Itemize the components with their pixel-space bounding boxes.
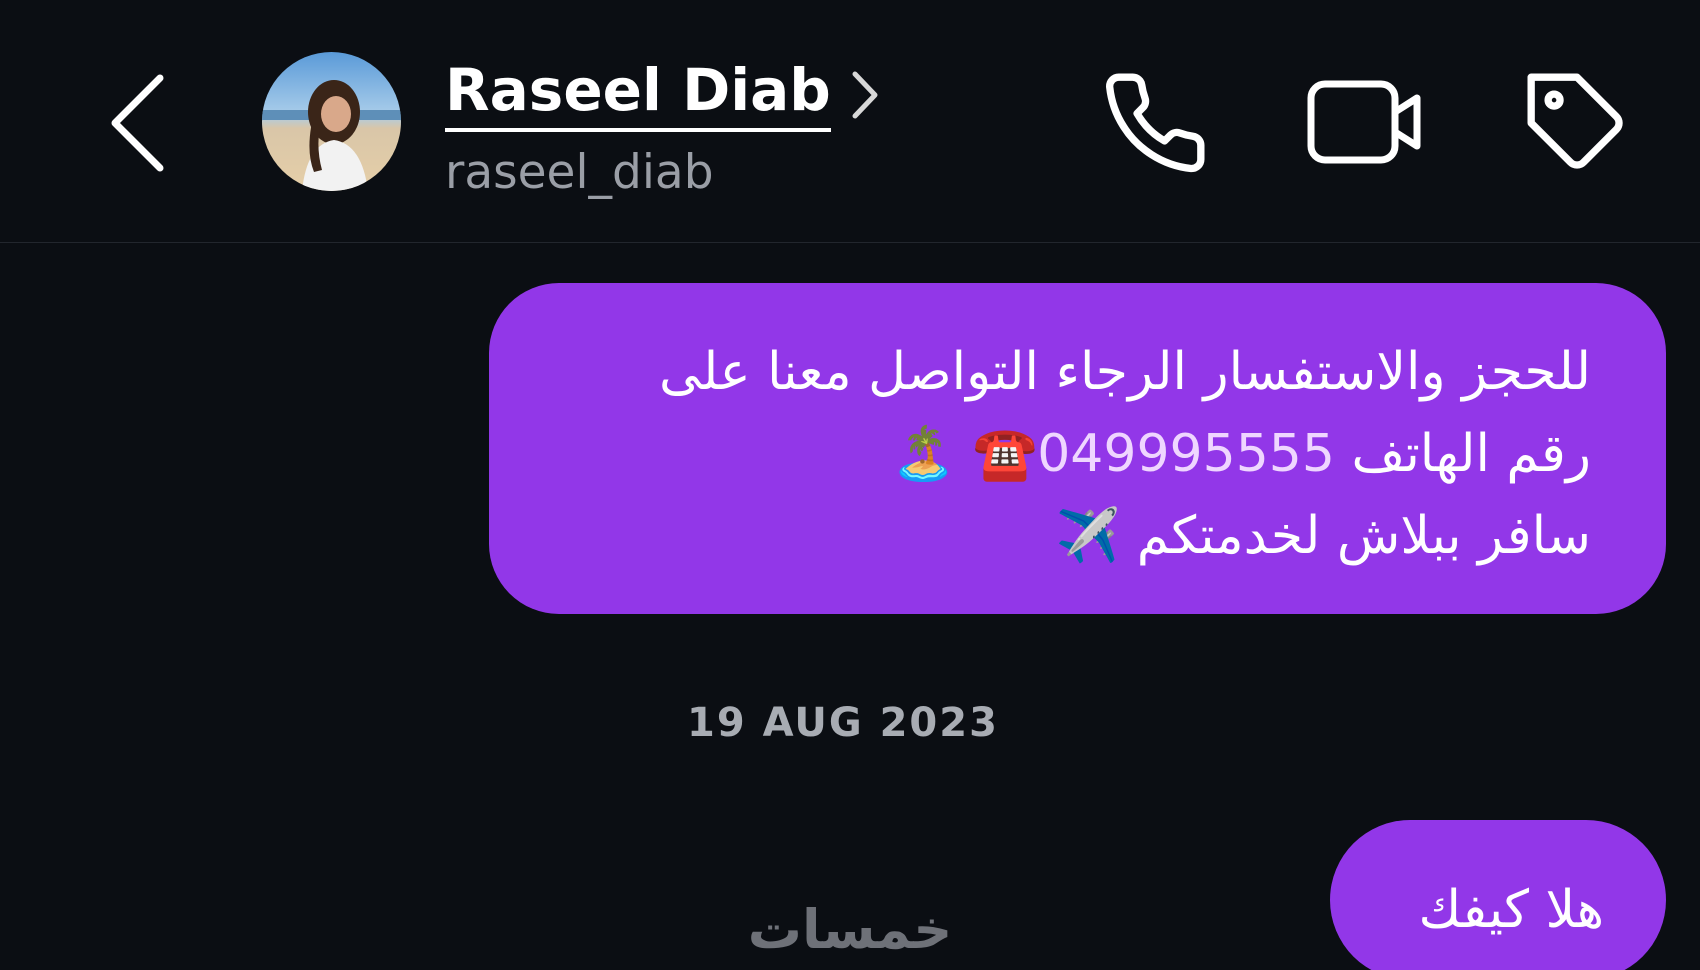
chat-header: Raseel Diab raseel_diab — [0, 0, 1700, 243]
back-chevron-icon — [111, 74, 164, 172]
message-text: رقم الهاتف — [1351, 424, 1591, 484]
contact-handle: raseel_diab — [445, 145, 714, 200]
message-line: رقم الهاتف 049995555☎️ 🏝️ — [539, 413, 1591, 495]
avatar-image — [262, 52, 401, 191]
message-bubble[interactable]: للحجز والاستفسار الرجاء التواصل معنا على… — [489, 283, 1666, 614]
date-text: 19 AUG 2023 — [687, 700, 999, 746]
message-bubble[interactable]: هلا كيفك — [1330, 820, 1666, 970]
message-line: للحجز والاستفسار الرجاء التواصل معنا على — [659, 342, 1591, 402]
tag-icon[interactable] — [1522, 68, 1632, 178]
phone-number[interactable]: 049995555 — [1037, 424, 1335, 484]
video-camera-icon[interactable] — [1305, 72, 1425, 172]
contact-title[interactable]: Raseel Diab raseel_diab — [445, 52, 878, 202]
telephone-icon: ☎️ — [972, 424, 1038, 484]
message-text: سافر ببلاش لخدمتكم — [1136, 506, 1591, 566]
chat-screen: Raseel Diab raseel_diab للحجز والاستفسار… — [0, 0, 1700, 970]
contact-name[interactable]: Raseel Diab — [445, 52, 831, 132]
date-divider: 19 AUG 2023 — [0, 700, 1700, 746]
chevron-right-icon — [852, 71, 878, 119]
watermark-logo: خمسات — [747, 898, 953, 961]
back-button[interactable] — [100, 68, 180, 178]
message-line: سافر ببلاش لخدمتكم ✈️ — [539, 495, 1591, 577]
airplane-icon: ✈️ — [1055, 506, 1121, 566]
phone-icon[interactable] — [1100, 68, 1210, 178]
avatar[interactable] — [262, 52, 401, 191]
island-icon: 🏝️ — [891, 424, 956, 484]
message-text: هلا كيفك — [1418, 880, 1604, 940]
